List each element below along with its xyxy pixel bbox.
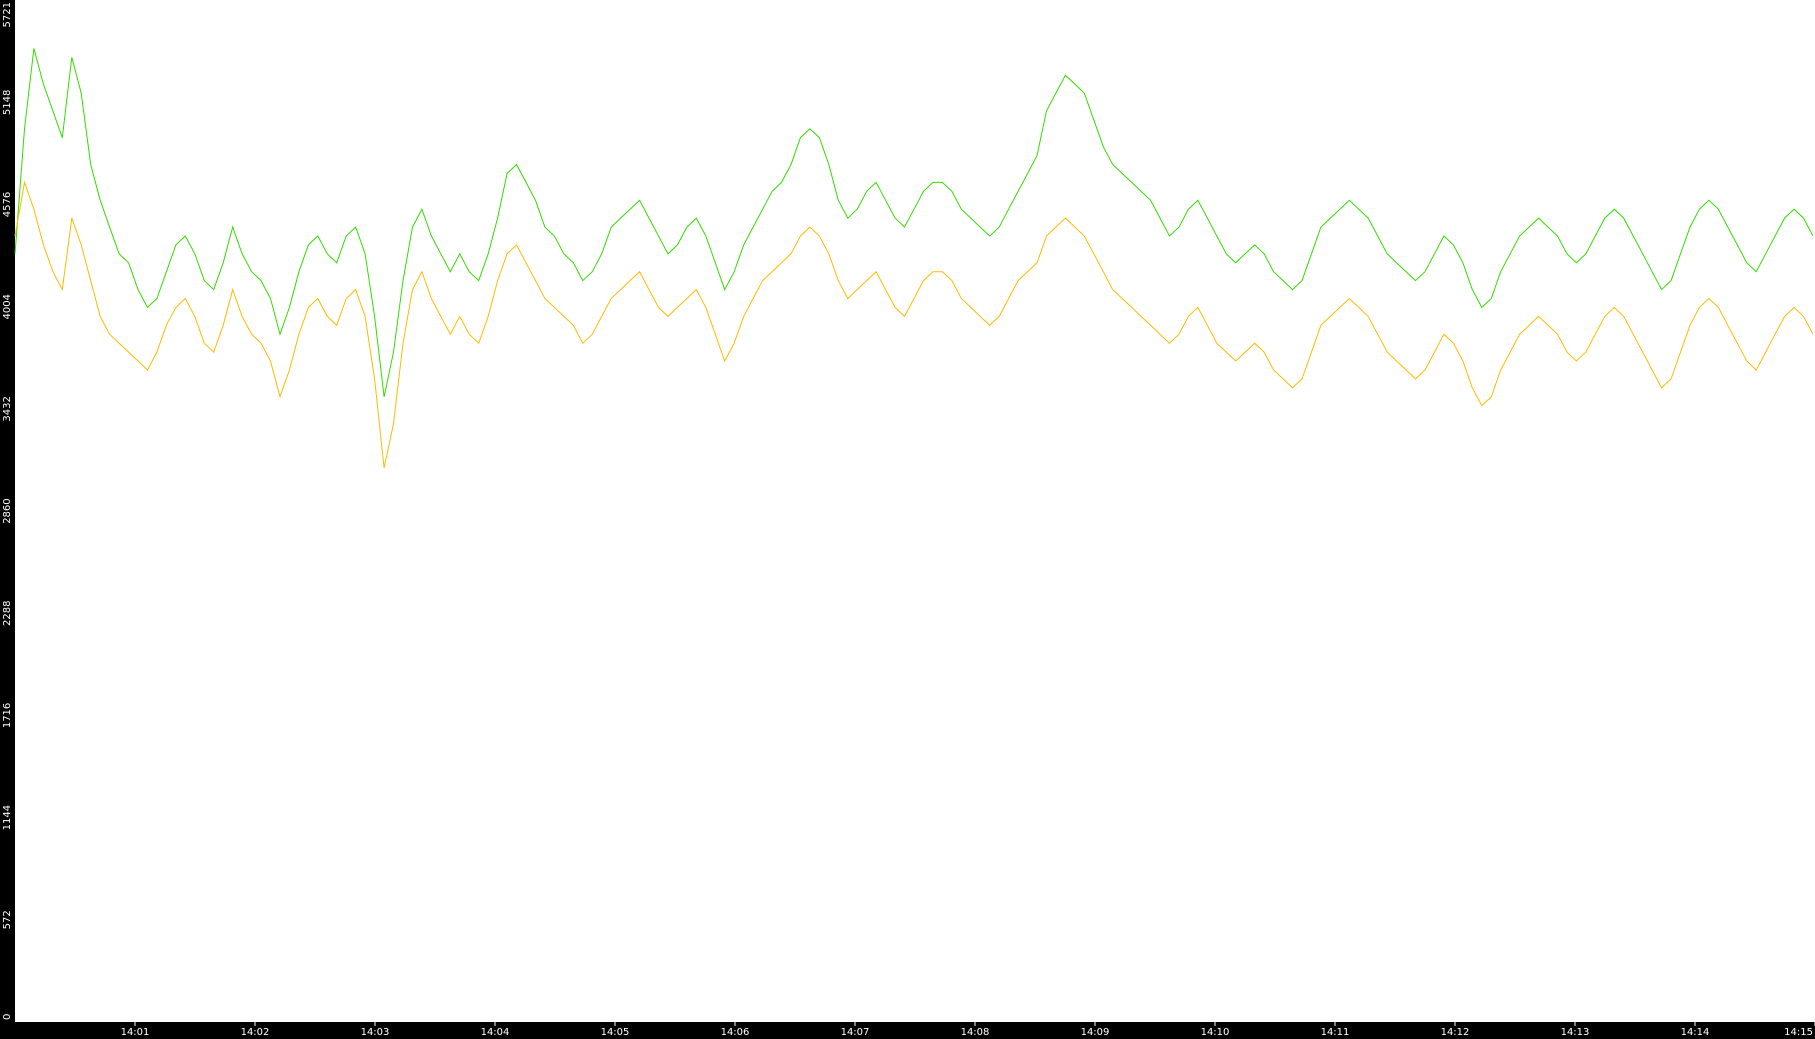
x-tick-label: 14:01	[121, 1027, 150, 1038]
x-tick-label: 14:09	[1081, 1027, 1110, 1038]
y-tick-label: 2288	[2, 601, 13, 626]
x-tick-label: 14:08	[961, 1027, 990, 1038]
x-tick-label: 14:03	[361, 1027, 390, 1038]
y-tick-label: 4004	[2, 294, 13, 319]
y-tick-label: 3432	[2, 396, 13, 421]
plot-area	[15, 0, 1815, 1022]
x-tick-label: 14:12	[1441, 1027, 1470, 1038]
x-axis: 14:01 14:02 14:03 14:04 14:05 14:06 14:07 14:08…	[121, 1022, 1815, 1038]
x-tick-label: 14:15	[1784, 1027, 1813, 1038]
x-tick-label: 14:04	[481, 1027, 510, 1038]
y-tick-label: 5148	[2, 90, 13, 115]
y-tick-label: 5721	[2, 2, 13, 27]
y-tick-label: 2860	[2, 498, 13, 523]
x-tick-label: 14:07	[841, 1027, 870, 1038]
chart: 0 572 1144 1716 2288 2860 3432 4004 4576 5148 5721…	[0, 0, 1815, 1039]
x-tick-label: 14:10	[1201, 1027, 1230, 1038]
x-tick-label: 14:02	[241, 1027, 270, 1038]
x-tick-label: 14:11	[1321, 1027, 1350, 1038]
y-tick-label: 1716	[2, 703, 13, 728]
x-tick-label: 14:14	[1681, 1027, 1710, 1038]
chart-svg: 0 572 1144 1716 2288 2860 3432 4004 4576 5148 5721…	[2, 0, 1815, 1038]
y-tick-label: 4576	[2, 192, 13, 217]
y-tick-label: 572	[2, 910, 13, 929]
x-tick-label: 14:13	[1561, 1027, 1590, 1038]
x-tick-label: 14:05	[601, 1027, 630, 1038]
y-tick-label: 1144	[2, 805, 13, 830]
x-tick-label: 14:06	[721, 1027, 750, 1038]
y-axis: 0 572 1144 1716 2288 2860 3432 4004 4576 5148 5721	[2, 2, 13, 1020]
y-tick-label: 0	[2, 1014, 13, 1020]
